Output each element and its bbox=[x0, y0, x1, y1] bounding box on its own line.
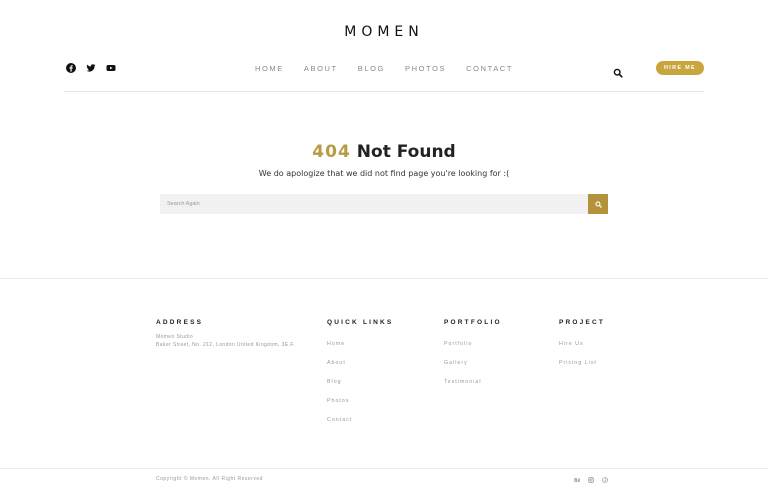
nav-photos[interactable]: PHOTOS bbox=[405, 64, 446, 73]
footer-divider bbox=[0, 278, 768, 279]
footer-portfolio-heading: PORTFOLIO bbox=[444, 319, 502, 326]
footer-link-testimonial[interactable]: Testimonial bbox=[444, 379, 502, 398]
footer-portfolio: PORTFOLIO Portfolio Gallery Testimonial bbox=[444, 319, 502, 398]
nav-home[interactable]: HOME bbox=[255, 64, 284, 73]
search-input[interactable] bbox=[160, 194, 588, 214]
error-title: 404 Not Found bbox=[0, 142, 768, 162]
copyright-text: Copyright © Momen. All Right Reserved bbox=[156, 476, 263, 482]
svg-text:Bē: Bē bbox=[574, 478, 580, 483]
footer-quick-links: QUICK LINKS Home About Blog Photos Conta… bbox=[327, 319, 393, 436]
footer-link-photos[interactable]: Photos bbox=[327, 398, 393, 417]
error-code: 404 bbox=[312, 142, 351, 162]
behance-icon[interactable]: Bē bbox=[574, 477, 580, 483]
address-line-1: Momen Studio bbox=[156, 334, 194, 340]
footer-social-links: Bē bbox=[574, 477, 608, 483]
nav-contact[interactable]: CONTACT bbox=[466, 64, 513, 73]
header-divider bbox=[64, 91, 704, 92]
footer-link-blog[interactable]: Blog bbox=[327, 379, 393, 398]
footer-link-portfolio[interactable]: Portfolio bbox=[444, 341, 502, 360]
nav-blog[interactable]: BLOG bbox=[358, 64, 385, 73]
footer-link-gallery[interactable]: Gallery bbox=[444, 360, 502, 379]
footer-link-home[interactable]: Home bbox=[327, 341, 393, 360]
site-logo[interactable]: MOMEN bbox=[0, 24, 768, 40]
footer-address-heading: ADDRESS bbox=[156, 319, 204, 326]
footer-quick-links-heading: QUICK LINKS bbox=[327, 319, 394, 326]
footer-project: PROJECT Hire Us Pricing List bbox=[559, 319, 605, 379]
footer-link-contact[interactable]: Contact bbox=[327, 417, 393, 436]
instagram-icon[interactable] bbox=[588, 477, 594, 483]
error-heading: Not Found bbox=[356, 142, 456, 162]
search-icon[interactable] bbox=[613, 63, 623, 78]
error-message: We do apologize that we did not find pag… bbox=[258, 169, 510, 178]
footer-link-hire-us[interactable]: Hire Us bbox=[559, 341, 605, 360]
address-line-2: Baker Street, No. 212, London United Kin… bbox=[156, 341, 296, 348]
hire-me-button[interactable]: HIRE ME bbox=[656, 61, 704, 75]
pinterest-icon[interactable] bbox=[602, 477, 608, 483]
search-submit-button[interactable] bbox=[588, 194, 608, 214]
bottom-divider bbox=[0, 468, 768, 469]
footer-project-heading: PROJECT bbox=[559, 319, 606, 326]
search-form bbox=[160, 194, 608, 214]
main-nav: HOME ABOUT BLOG PHOTOS CONTACT bbox=[0, 64, 768, 73]
footer-link-about[interactable]: About bbox=[327, 360, 393, 379]
footer-link-pricing-list[interactable]: Pricing List bbox=[559, 360, 605, 379]
footer-address: ADDRESS Momen Studio Baker Street, No. 2… bbox=[156, 319, 295, 349]
search-icon bbox=[594, 200, 602, 208]
nav-about[interactable]: ABOUT bbox=[304, 64, 338, 73]
